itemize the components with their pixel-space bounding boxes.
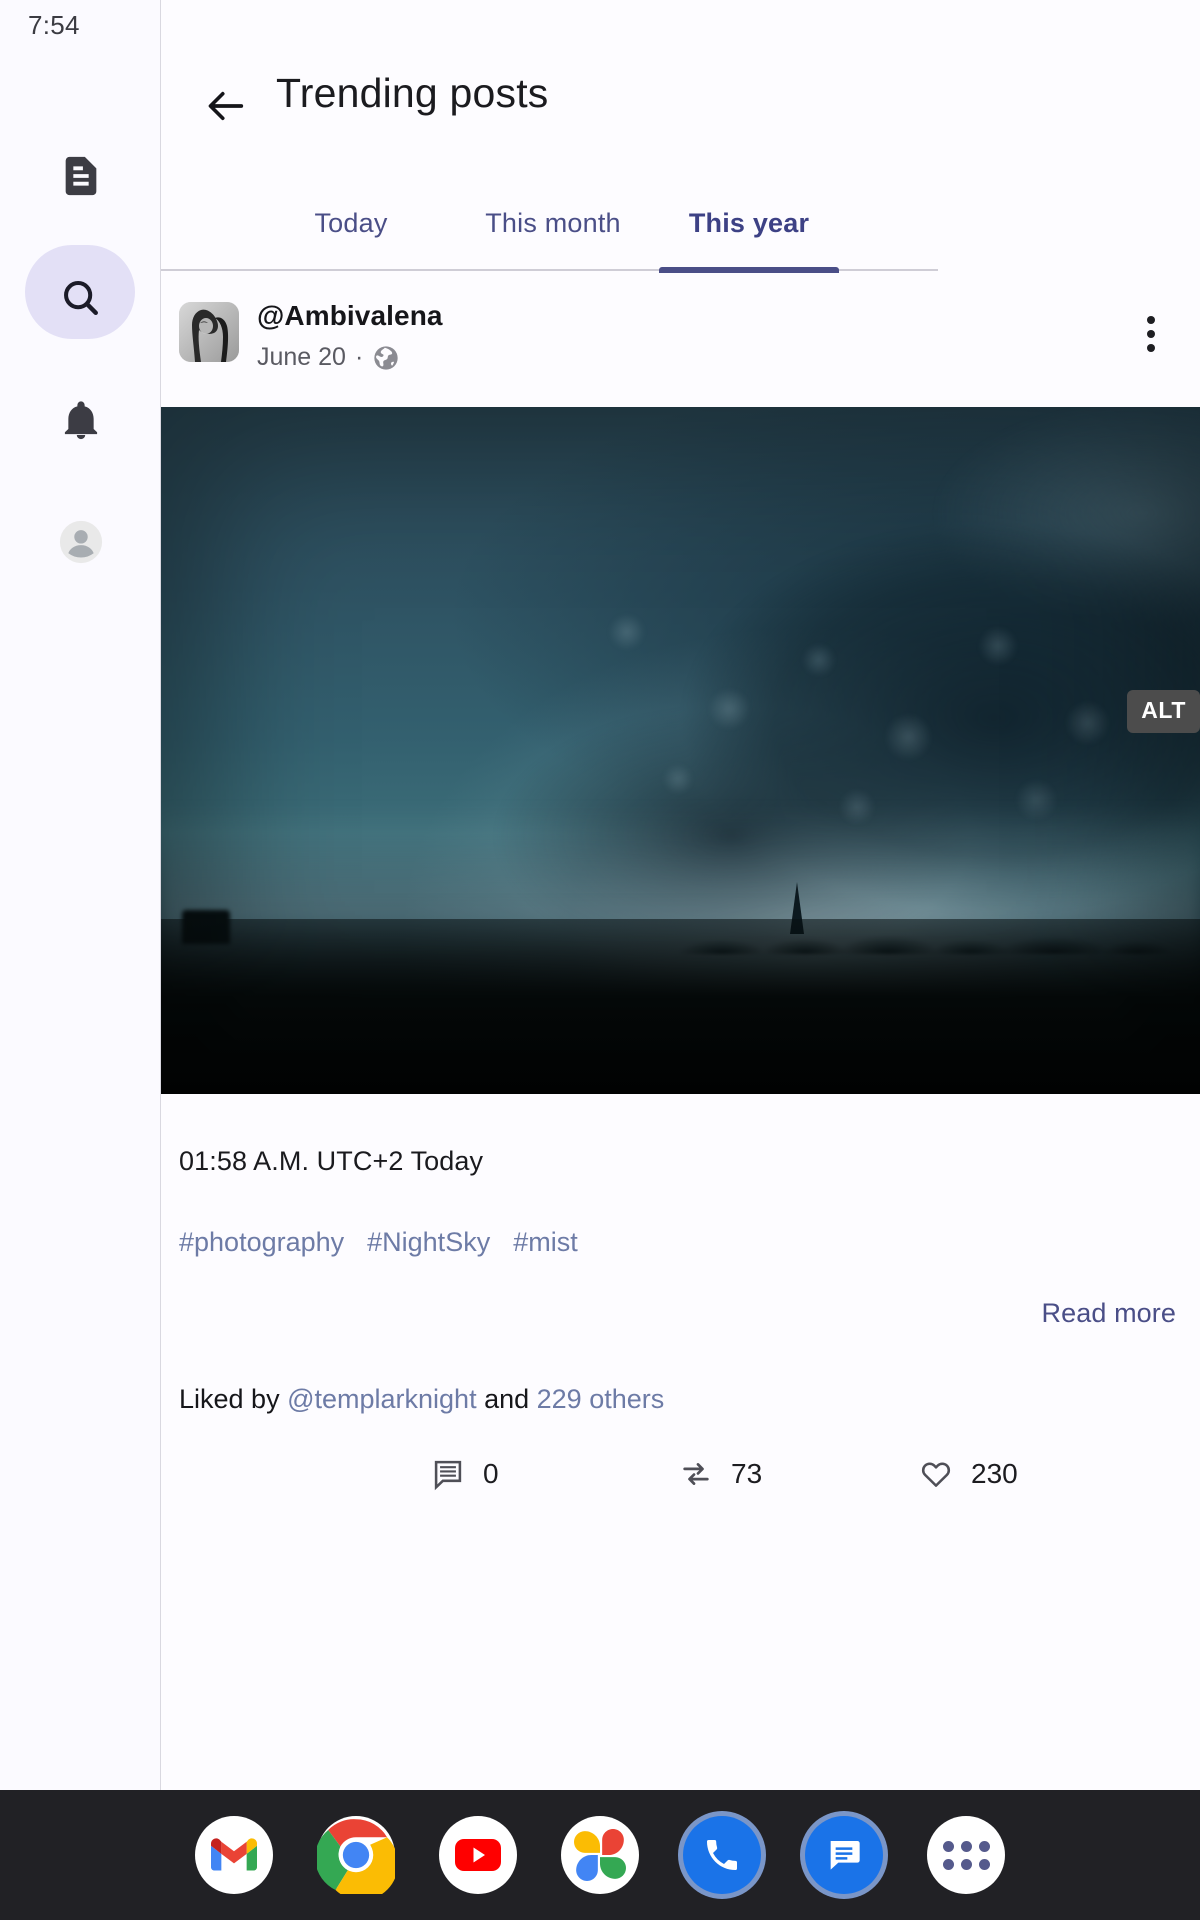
taskbar-app-all-apps[interactable] [927, 1816, 1005, 1894]
post-media-image[interactable] [161, 407, 1200, 1094]
tab-bar: Today This month This year [161, 175, 938, 273]
liked-by-others-link[interactable]: 229 others [537, 1384, 665, 1414]
app-drawer-icon [942, 1840, 990, 1870]
repost-count: 73 [731, 1458, 763, 1489]
read-more-row: Read more [179, 1298, 1200, 1358]
account-avatar-icon [59, 520, 102, 564]
arrow-left-icon [208, 91, 244, 121]
taskbar-app-youtube[interactable] [439, 1816, 517, 1894]
bell-icon [64, 401, 97, 440]
portrait-avatar-image [179, 302, 239, 362]
status-bar-clock: 7:54 [28, 10, 80, 40]
hashtag-nightsky[interactable]: #NightSky [367, 1227, 490, 1258]
alt-text-badge[interactable]: ALT [1127, 690, 1200, 733]
youtube-icon [455, 1839, 501, 1871]
hashtag-photography[interactable]: #photography [179, 1227, 344, 1258]
tab-this-year[interactable]: This year [659, 175, 839, 273]
like-count: 230 [971, 1458, 1018, 1489]
gmail-icon [211, 1838, 257, 1871]
taskbar [0, 1790, 1200, 1920]
post-menu-button[interactable] [1124, 307, 1178, 361]
phone-icon [707, 1840, 737, 1871]
comment-icon [434, 1460, 462, 1491]
liked-by-line: Liked by @templarknight and 229 others [179, 1384, 1200, 1415]
heart-icon [921, 1462, 951, 1487]
sidebar-item-feed[interactable] [0, 115, 161, 237]
main-content: Trending posts Today This month This yea… [161, 0, 1200, 1790]
hashtag-mist[interactable]: #mist [513, 1227, 578, 1258]
post-timestamp-text: 01:58 A.M. UTC+2 Today [179, 1146, 484, 1176]
taskbar-app-messages[interactable] [805, 1816, 883, 1894]
google-photos-icon [574, 1829, 626, 1881]
back-button[interactable] [198, 78, 254, 134]
post-header: @Ambivalena June 20 · [161, 271, 1200, 407]
more-vert-icon [1147, 316, 1155, 324]
app-bar: Trending posts [161, 0, 1200, 175]
read-more-link[interactable]: Read more [1042, 1298, 1176, 1329]
globe-public-icon [374, 345, 398, 370]
post-date: June 20 [257, 343, 346, 371]
document-icon [65, 156, 96, 196]
post-body: 01:58 A.M. UTC+2 Today #photography #Nig… [161, 1146, 1200, 1537]
sidebar-item-profile[interactable] [0, 481, 161, 603]
comment-button[interactable]: 0 [431, 1441, 499, 1507]
page-title: Trending posts [276, 70, 549, 116]
liked-by-middle: and [476, 1384, 537, 1414]
hashtag-list: #photography #NightSky #mist [179, 1227, 1200, 1258]
more-vert-icon [1147, 330, 1155, 338]
like-button[interactable]: 230 [919, 1441, 1018, 1507]
taskbar-app-photos[interactable] [561, 1816, 639, 1894]
image-vignette [161, 407, 1200, 1094]
sidebar-item-search[interactable] [0, 237, 161, 359]
taskbar-app-gmail[interactable] [195, 1816, 273, 1894]
comment-count: 0 [483, 1458, 499, 1489]
taskbar-app-phone[interactable] [683, 1816, 761, 1894]
repost-icon [683, 1463, 709, 1485]
repost-button[interactable]: 73 [679, 1441, 762, 1507]
chrome-icon [317, 1816, 395, 1894]
avatar[interactable] [179, 302, 239, 362]
navigation-rail-items [0, 115, 161, 603]
post-author-handle[interactable]: @Ambivalena [257, 300, 443, 332]
navigation-rail: 7:54 [0, 0, 161, 1790]
liked-by-prefix: Liked by [179, 1384, 288, 1414]
more-vert-icon [1147, 344, 1155, 352]
tab-this-month[interactable]: This month [447, 175, 659, 271]
android-tablet-screen: 7:54 Trending posts Today This month Thi… [0, 0, 1200, 1920]
taskbar-app-chrome[interactable] [317, 1816, 395, 1894]
messages-icon [830, 1841, 860, 1870]
sidebar-item-notifications[interactable] [0, 359, 161, 481]
post-meta: June 20 · [257, 343, 400, 372]
meta-separator: · [354, 343, 364, 371]
search-icon [63, 281, 98, 315]
liked-by-user-link[interactable]: @templarknight [287, 1384, 477, 1414]
tab-today[interactable]: Today [261, 175, 441, 271]
post-action-bar: 0 73 230 [179, 1441, 1200, 1537]
